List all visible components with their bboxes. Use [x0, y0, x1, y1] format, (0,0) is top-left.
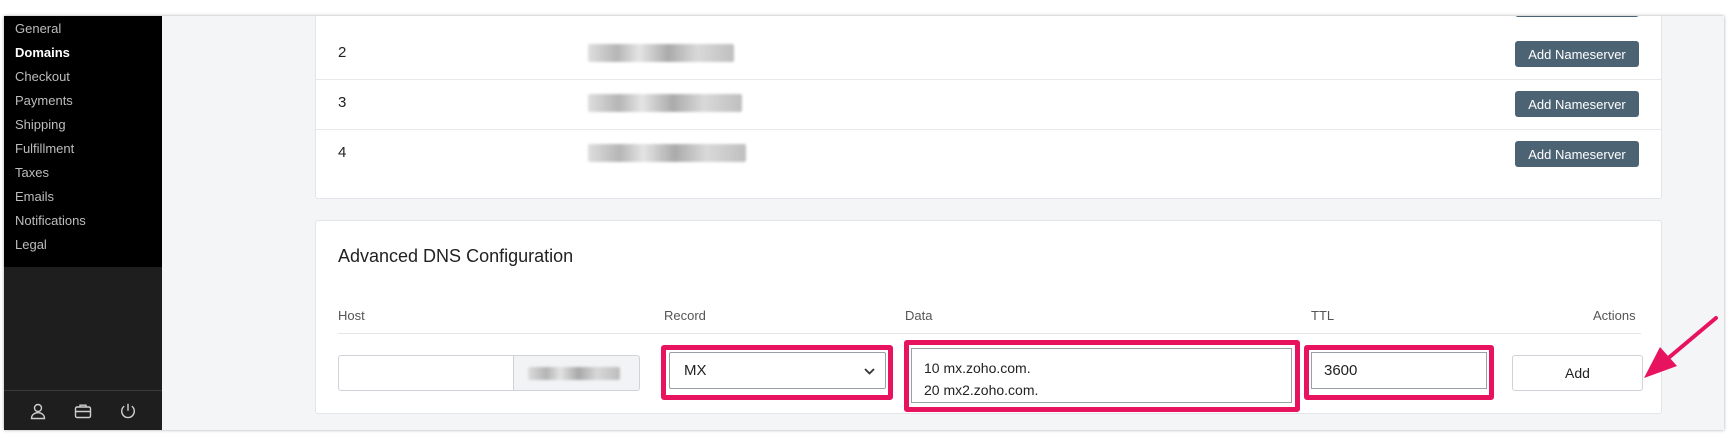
- nameserver-value-redacted: [588, 94, 742, 112]
- nameserver-number: 2: [338, 44, 347, 61]
- sidebar-item-legal[interactable]: Legal: [4, 233, 162, 257]
- add-nameserver-button[interactable]: Add Nameserver: [1515, 141, 1639, 167]
- sidebar-nav: General Domains Checkout Payments Shippi…: [4, 16, 162, 267]
- sidebar-item-shipping[interactable]: Shipping: [4, 113, 162, 137]
- chevron-down-icon: [864, 362, 875, 379]
- sidebar-item-fulfillment[interactable]: Fulfillment: [4, 137, 162, 161]
- sidebar-item-domains[interactable]: Domains: [4, 41, 162, 65]
- section-title: Advanced DNS Configuration: [338, 246, 574, 266]
- host-domain-suffix: [513, 355, 640, 391]
- add-nameserver-button-partial[interactable]: [1515, 16, 1639, 17]
- sidebar-item-emails[interactable]: Emails: [4, 185, 162, 209]
- ttl-input[interactable]: 3600: [1311, 352, 1487, 389]
- nameserver-value-redacted: [588, 144, 746, 162]
- app-window: General Domains Checkout Payments Shippi…: [4, 16, 1724, 430]
- sidebar-item-payments[interactable]: Payments: [4, 89, 162, 113]
- header-divider: [338, 333, 1641, 334]
- add-nameserver-button[interactable]: Add Nameserver: [1515, 91, 1639, 117]
- add-nameserver-button[interactable]: Add Nameserver: [1515, 41, 1639, 67]
- sidebar: General Domains Checkout Payments Shippi…: [4, 16, 162, 430]
- nameservers-card: 2 Add Nameserver 3 Add Nameserver 4 Add …: [315, 16, 1662, 199]
- nameserver-row: 3 Add Nameserver: [316, 80, 1661, 130]
- column-header-host: Host: [338, 308, 365, 323]
- sidebar-item-general[interactable]: General: [4, 17, 162, 41]
- annotation-arrow-icon: [1644, 316, 1718, 378]
- sidebar-item-checkout[interactable]: Checkout: [4, 65, 162, 89]
- nameserver-row: 4 Add Nameserver: [316, 130, 1661, 180]
- column-header-ttl: TTL: [1311, 308, 1335, 323]
- sidebar-item-taxes[interactable]: Taxes: [4, 161, 162, 185]
- advanced-dns-card: Advanced DNS Configuration Host Record D…: [315, 220, 1662, 414]
- nameserver-row: 2 Add Nameserver: [316, 30, 1661, 80]
- record-type-value: MX: [684, 362, 707, 379]
- user-icon[interactable]: [27, 400, 49, 422]
- briefcase-icon[interactable]: [72, 400, 94, 422]
- nameserver-number: 3: [338, 94, 347, 111]
- host-input[interactable]: [338, 355, 514, 391]
- power-icon[interactable]: [117, 400, 139, 422]
- screenshot-frame: General Domains Checkout Payments Shippi…: [0, 0, 1731, 442]
- nameserver-number: 4: [338, 144, 347, 161]
- data-textarea[interactable]: 10 mx.zoho.com. 20 mx2.zoho.com.: [911, 348, 1292, 403]
- sidebar-footer: [4, 390, 162, 430]
- nameserver-value-redacted: [588, 44, 734, 62]
- column-header-record: Record: [664, 308, 706, 323]
- domain-suffix-redacted: [528, 367, 620, 380]
- sidebar-item-notifications[interactable]: Notifications: [4, 209, 162, 233]
- column-header-data: Data: [905, 308, 933, 323]
- record-type-select[interactable]: MX: [669, 352, 886, 389]
